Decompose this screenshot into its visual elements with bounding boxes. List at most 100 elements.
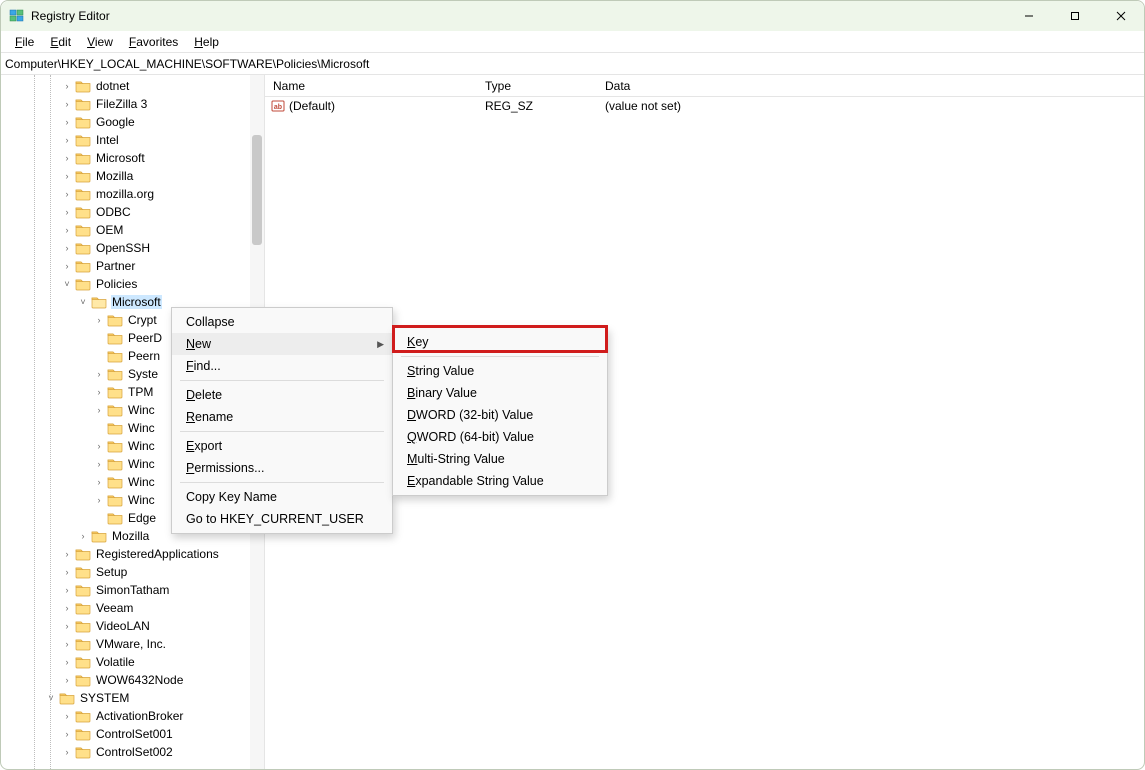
chevron-right-icon[interactable]: › [61, 675, 73, 685]
chevron-right-icon[interactable]: › [93, 315, 105, 325]
chevron-down-icon[interactable]: ˅ [45, 693, 57, 703]
folder-icon [107, 493, 123, 507]
scrollbar-thumb[interactable] [252, 135, 262, 245]
submenu-item[interactable]: QWORD (64-bit) Value [393, 426, 607, 448]
tree-item[interactable]: ›OEM [1, 221, 250, 239]
chevron-right-icon[interactable]: › [61, 153, 73, 163]
tree-item[interactable]: ›Partner [1, 257, 250, 275]
context-menu-item[interactable]: Find... [172, 355, 392, 377]
chevron-right-icon[interactable]: › [61, 117, 73, 127]
submenu-item[interactable]: String Value [393, 360, 607, 382]
menu-view[interactable]: View [79, 33, 121, 51]
close-button[interactable] [1098, 1, 1144, 31]
tree-item[interactable]: ›dotnet [1, 77, 250, 95]
chevron-right-icon[interactable]: › [61, 747, 73, 757]
menu-help[interactable]: Help [186, 33, 227, 51]
minimize-button[interactable] [1006, 1, 1052, 31]
tree-item[interactable]: ›SimonTatham [1, 581, 250, 599]
chevron-right-icon[interactable]: › [61, 81, 73, 91]
col-header-type[interactable]: Type [485, 79, 605, 93]
chevron-right-icon[interactable]: › [61, 729, 73, 739]
chevron-right-icon[interactable]: › [61, 243, 73, 253]
menu-edit[interactable]: Edit [42, 33, 79, 51]
chevron-right-icon[interactable]: › [93, 477, 105, 487]
submenu-item[interactable]: DWORD (32-bit) Value [393, 404, 607, 426]
list-row[interactable]: ab (Default) REG_SZ (value not set) [265, 97, 1144, 115]
tree-item[interactable]: ›ControlSet002 [1, 743, 250, 761]
context-menu-item[interactable]: Export [172, 435, 392, 457]
chevron-right-icon[interactable]: › [61, 171, 73, 181]
col-header-data[interactable]: Data [605, 79, 1144, 93]
context-menu-item[interactable]: New▶ [172, 333, 392, 355]
submenu-label: Key [407, 335, 429, 349]
submenu-label: Binary Value [407, 386, 477, 400]
tree-item[interactable]: ›RegisteredApplications [1, 545, 250, 563]
chevron-right-icon[interactable]: › [61, 603, 73, 613]
submenu-item[interactable]: Binary Value [393, 382, 607, 404]
context-menu-item[interactable]: Permissions... [172, 457, 392, 479]
tree-item[interactable]: ›Intel [1, 131, 250, 149]
chevron-right-icon[interactable]: › [61, 711, 73, 721]
tree-item[interactable]: ›Volatile [1, 653, 250, 671]
tree-item[interactable]: ›Veeam [1, 599, 250, 617]
titlebar: Registry Editor [1, 1, 1144, 31]
context-menu-item[interactable]: Collapse [172, 311, 392, 333]
chevron-down-icon[interactable]: ˅ [61, 279, 73, 289]
chevron-down-icon[interactable]: ˅ [77, 297, 89, 307]
tree-item[interactable]: ˅Policies [1, 275, 250, 293]
submenu-item[interactable]: Key [393, 331, 607, 353]
chevron-right-icon[interactable]: › [61, 585, 73, 595]
chevron-right-icon[interactable]: › [61, 225, 73, 235]
tree-item-label: Winc [127, 457, 156, 471]
folder-icon [75, 709, 91, 723]
chevron-right-icon[interactable]: › [61, 657, 73, 667]
context-menu-label: Go to HKEY_CURRENT_USER [186, 512, 364, 526]
chevron-right-icon[interactable]: › [61, 639, 73, 649]
tree-item[interactable]: ›OpenSSH [1, 239, 250, 257]
tree-item[interactable]: ›VMware, Inc. [1, 635, 250, 653]
context-menu-item[interactable]: Go to HKEY_CURRENT_USER [172, 508, 392, 530]
chevron-right-icon[interactable]: › [61, 135, 73, 145]
tree-item-label: Edge [127, 511, 157, 525]
col-header-name[interactable]: Name [265, 79, 485, 93]
chevron-right-icon[interactable]: › [93, 387, 105, 397]
chevron-right-icon[interactable]: › [61, 189, 73, 199]
chevron-right-icon[interactable]: › [93, 441, 105, 451]
submenu-item[interactable]: Multi-String Value [393, 448, 607, 470]
address-bar[interactable]: Computer\HKEY_LOCAL_MACHINE\SOFTWARE\Pol… [1, 53, 1144, 75]
tree-item[interactable]: ›ODBC [1, 203, 250, 221]
chevron-right-icon[interactable]: › [77, 531, 89, 541]
tree-item[interactable]: ›Google [1, 113, 250, 131]
folder-icon [75, 79, 91, 93]
menu-favorites[interactable]: Favorites [121, 33, 186, 51]
chevron-right-icon[interactable]: › [61, 567, 73, 577]
chevron-right-icon[interactable]: › [93, 459, 105, 469]
chevron-right-icon[interactable]: › [61, 99, 73, 109]
tree-item[interactable]: ›Microsoft [1, 149, 250, 167]
tree-item[interactable]: ›FileZilla 3 [1, 95, 250, 113]
chevron-right-icon[interactable]: › [93, 405, 105, 415]
chevron-right-icon[interactable]: › [61, 207, 73, 217]
context-menu-item[interactable]: Rename [172, 406, 392, 428]
tree-item[interactable]: ˅SYSTEM [1, 689, 250, 707]
tree-item[interactable]: ›Setup [1, 563, 250, 581]
context-menu-label: Collapse [186, 315, 235, 329]
tree-item[interactable]: ›WOW6432Node [1, 671, 250, 689]
menu-file[interactable]: File [7, 33, 42, 51]
context-menu-item[interactable]: Delete [172, 384, 392, 406]
chevron-right-icon[interactable]: › [61, 549, 73, 559]
chevron-right-icon[interactable]: › [93, 495, 105, 505]
chevron-right-icon[interactable]: › [93, 369, 105, 379]
chevron-right-icon[interactable]: › [61, 261, 73, 271]
maximize-button[interactable] [1052, 1, 1098, 31]
tree-item[interactable]: ›VideoLAN [1, 617, 250, 635]
tree-item[interactable]: ›Mozilla [1, 167, 250, 185]
tree-item[interactable]: ›ActivationBroker [1, 707, 250, 725]
address-text: Computer\HKEY_LOCAL_MACHINE\SOFTWARE\Pol… [5, 57, 369, 71]
chevron-right-icon[interactable]: › [61, 621, 73, 631]
tree-item[interactable]: ›mozilla.org [1, 185, 250, 203]
context-menu-item[interactable]: Copy Key Name [172, 486, 392, 508]
submenu-item[interactable]: Expandable String Value [393, 470, 607, 492]
context-menu-separator [180, 380, 384, 381]
tree-item[interactable]: ›ControlSet001 [1, 725, 250, 743]
